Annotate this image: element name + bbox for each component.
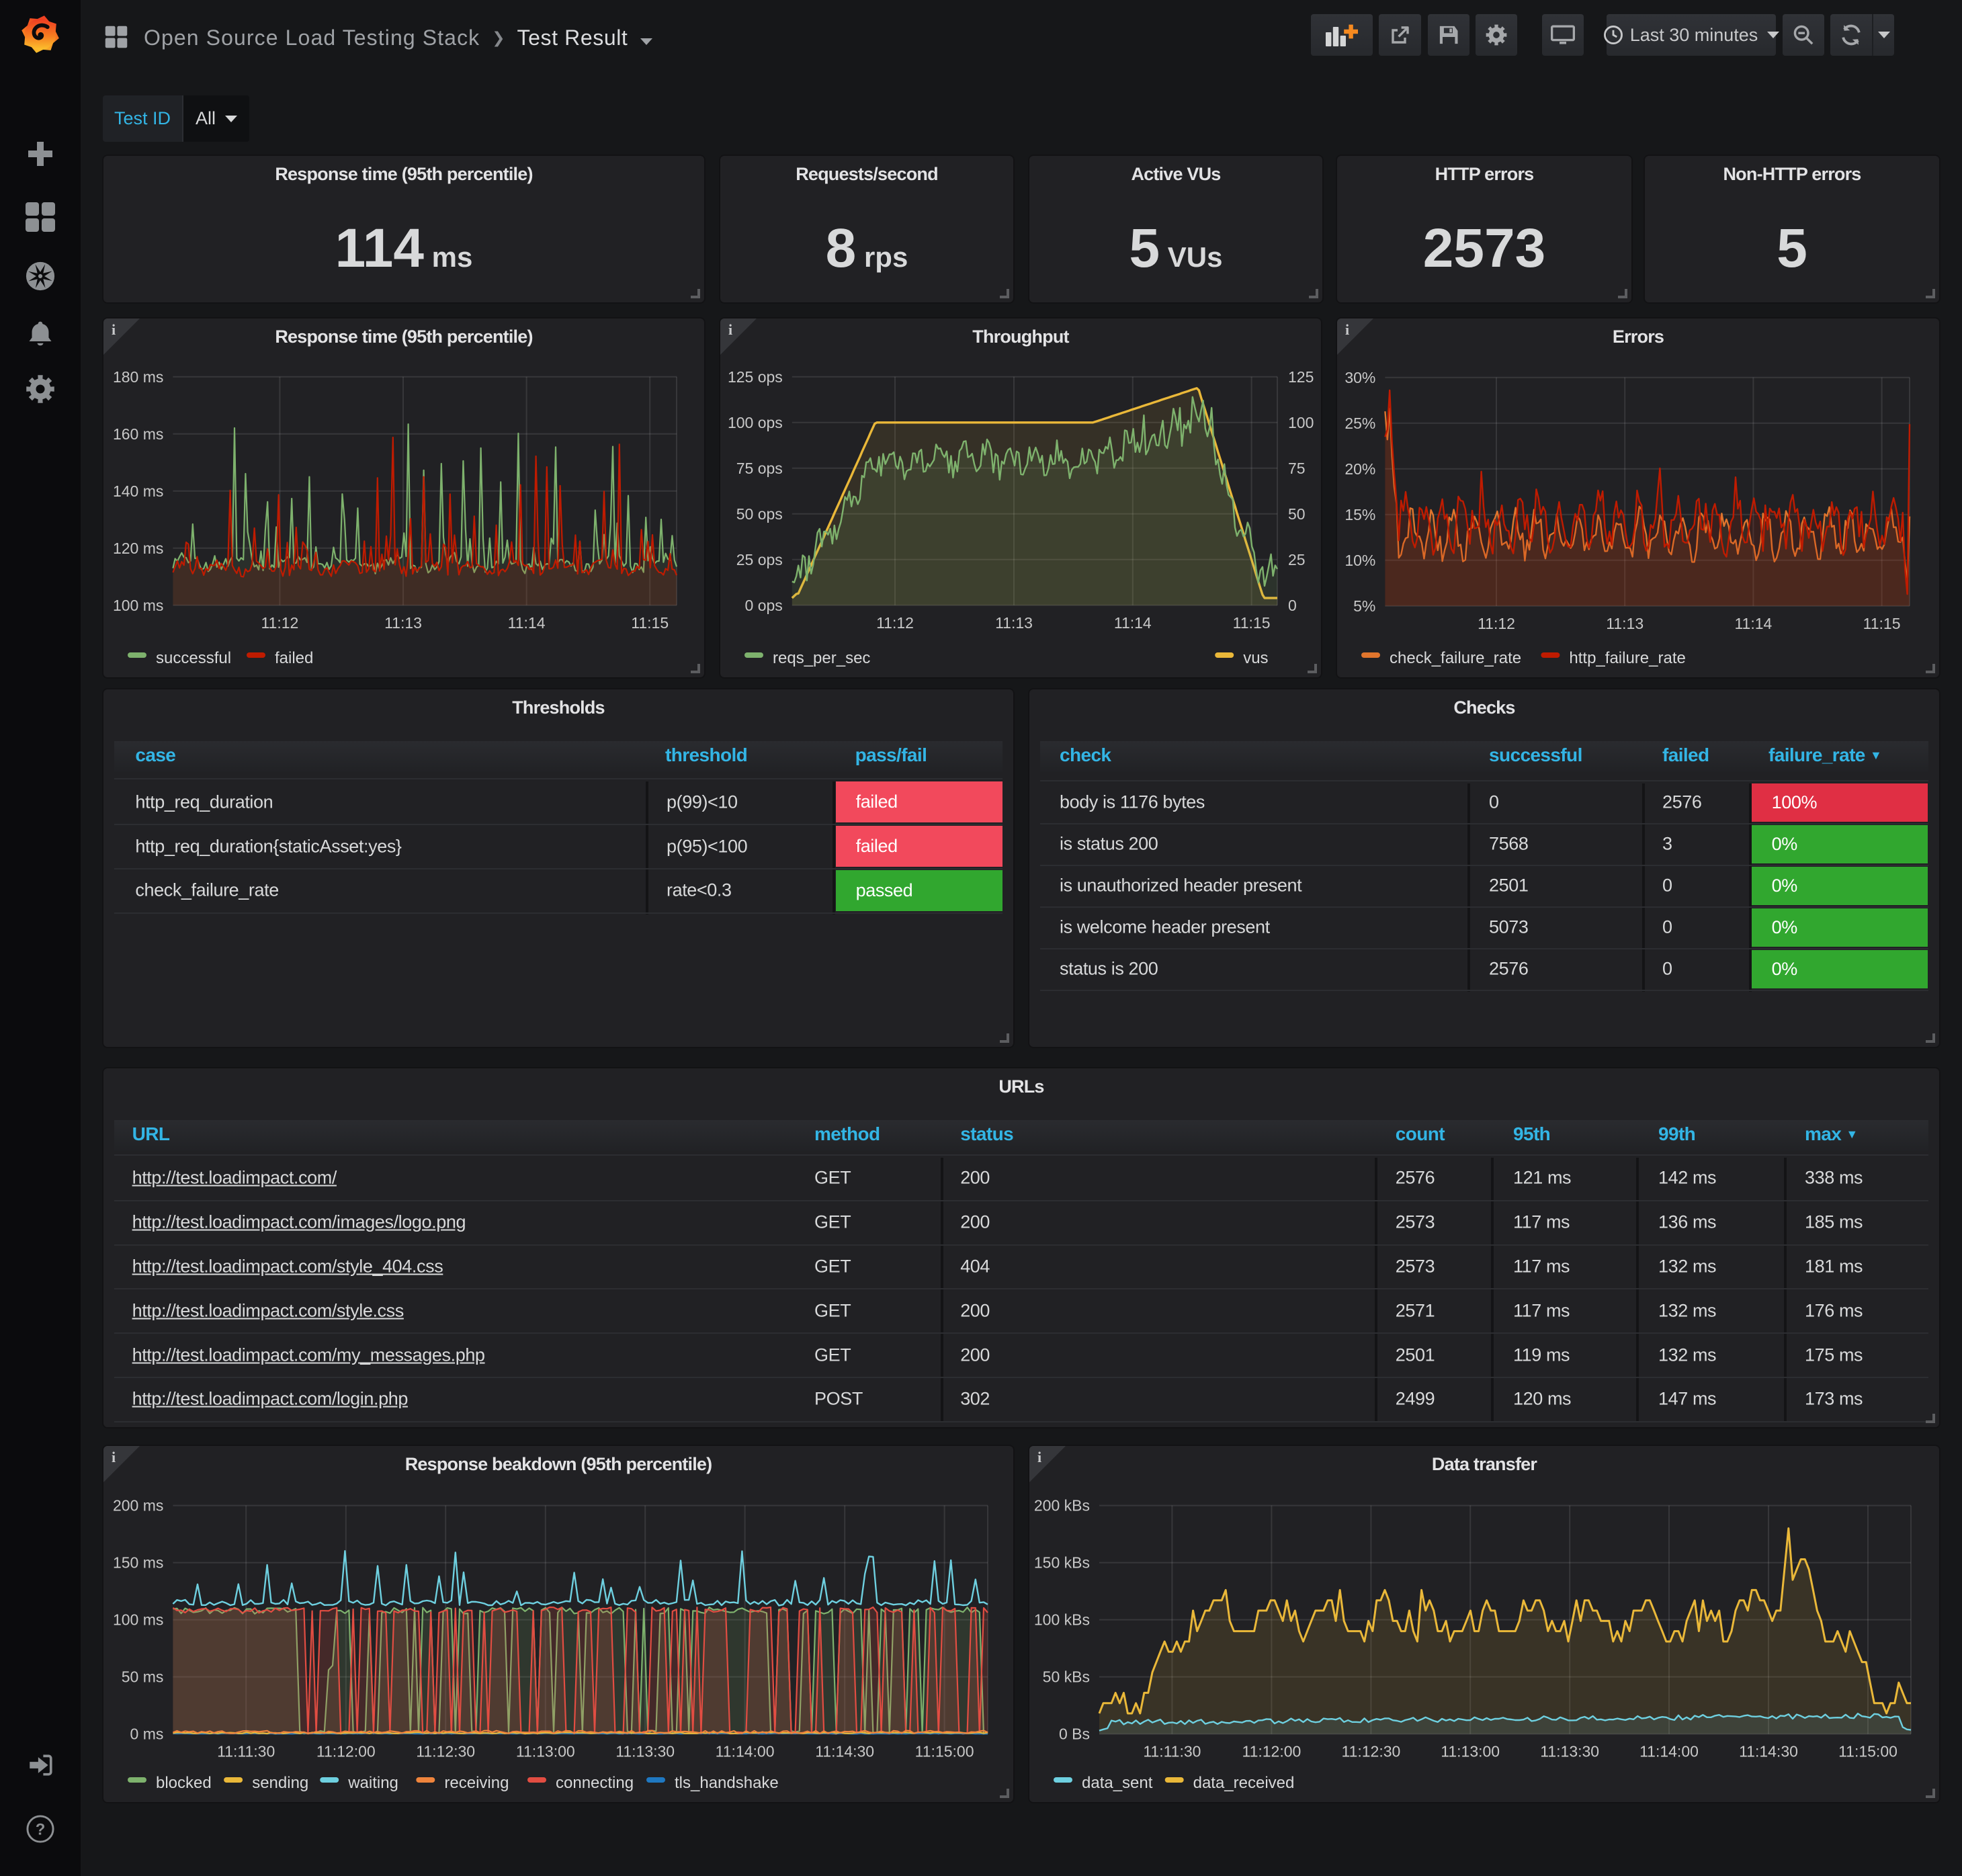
- svg-text:0: 0: [1288, 597, 1297, 614]
- svg-text:150 kBs: 150 kBs: [1034, 1554, 1090, 1572]
- svg-text:0 ms: 0 ms: [130, 1725, 164, 1743]
- svg-text:25 ops: 25 ops: [736, 551, 783, 568]
- svg-text:11:13:30: 11:13:30: [1540, 1743, 1599, 1760]
- svg-text:11:15:00: 11:15:00: [1838, 1743, 1897, 1760]
- svg-text:50 kBs: 50 kBs: [1043, 1668, 1090, 1686]
- svg-text:11:12:30: 11:12:30: [416, 1743, 475, 1760]
- svg-text:reqs_per_sec: reqs_per_sec: [773, 649, 870, 667]
- svg-text:11:13: 11:13: [384, 614, 422, 632]
- svg-text:11:12: 11:12: [1478, 615, 1515, 632]
- svg-text:30%: 30%: [1345, 369, 1375, 386]
- svg-text:100 ms: 100 ms: [113, 597, 163, 614]
- svg-text:11:15: 11:15: [631, 614, 669, 632]
- svg-text:data_sent: data_sent: [1082, 1774, 1153, 1792]
- svg-text:check_failure_rate: check_failure_rate: [1390, 649, 1521, 667]
- svg-text:11:13:00: 11:13:00: [516, 1743, 575, 1760]
- svg-text:125: 125: [1288, 368, 1314, 386]
- svg-text:sending: sending: [252, 1774, 308, 1792]
- svg-text:100 ms: 100 ms: [113, 1611, 163, 1629]
- svg-text:160 ms: 160 ms: [113, 425, 163, 443]
- svg-text:11:12:00: 11:12:00: [316, 1743, 376, 1760]
- svg-text:140 ms: 140 ms: [113, 482, 163, 500]
- svg-text:75: 75: [1288, 460, 1306, 477]
- svg-text:5%: 5%: [1353, 597, 1375, 615]
- svg-text:11:12:00: 11:12:00: [1242, 1743, 1301, 1760]
- svg-text:11:14: 11:14: [508, 614, 546, 632]
- svg-text:11:15: 11:15: [1233, 614, 1271, 632]
- svg-text:11:13: 11:13: [1606, 615, 1644, 632]
- svg-text:11:13:00: 11:13:00: [1441, 1743, 1500, 1760]
- svg-text:?: ?: [36, 1820, 46, 1838]
- svg-text:11:11:30: 11:11:30: [217, 1743, 275, 1760]
- svg-text:11:15:00: 11:15:00: [915, 1743, 974, 1760]
- svg-text:blocked: blocked: [156, 1774, 212, 1792]
- svg-text:11:14:00: 11:14:00: [1639, 1743, 1699, 1760]
- svg-text:50 ms: 50 ms: [122, 1668, 164, 1686]
- svg-text:11:15: 11:15: [1863, 615, 1901, 632]
- svg-text:11:13: 11:13: [995, 614, 1033, 632]
- svg-text:11:13:30: 11:13:30: [615, 1743, 675, 1760]
- svg-text:11:14: 11:14: [1114, 614, 1152, 632]
- svg-text:failed: failed: [275, 649, 313, 667]
- svg-text:0 Bs: 0 Bs: [1059, 1725, 1090, 1743]
- svg-text:50: 50: [1288, 505, 1306, 523]
- svg-text:receiving: receiving: [444, 1774, 509, 1792]
- svg-text:25%: 25%: [1345, 415, 1375, 432]
- svg-text:20%: 20%: [1345, 460, 1375, 478]
- svg-text:200 kBs: 200 kBs: [1034, 1497, 1090, 1515]
- svg-text:100: 100: [1288, 414, 1314, 431]
- svg-text:connecting: connecting: [556, 1774, 634, 1792]
- svg-text:11:14:00: 11:14:00: [716, 1743, 775, 1760]
- svg-text:11:14:30: 11:14:30: [1739, 1743, 1798, 1760]
- svg-text:successful: successful: [156, 649, 231, 667]
- svg-text:10%: 10%: [1345, 552, 1375, 569]
- svg-text:0 ops: 0 ops: [745, 597, 783, 614]
- svg-text:tls_handshake: tls_handshake: [675, 1774, 779, 1792]
- svg-text:11:14: 11:14: [1734, 615, 1772, 632]
- svg-text:100 kBs: 100 kBs: [1034, 1611, 1090, 1629]
- svg-text:11:12: 11:12: [876, 614, 914, 632]
- svg-text:125 ops: 125 ops: [728, 368, 783, 386]
- svg-text:75 ops: 75 ops: [736, 460, 783, 477]
- svg-text:200 ms: 200 ms: [113, 1497, 163, 1515]
- svg-text:vus: vus: [1243, 649, 1268, 667]
- svg-text:180 ms: 180 ms: [113, 368, 163, 386]
- svg-text:150 ms: 150 ms: [113, 1554, 163, 1572]
- svg-text:50 ops: 50 ops: [736, 505, 783, 523]
- svg-text:11:12: 11:12: [261, 614, 298, 632]
- svg-text:120 ms: 120 ms: [113, 540, 163, 557]
- svg-text:11:14:30: 11:14:30: [815, 1743, 874, 1760]
- svg-text:100 ops: 100 ops: [728, 414, 783, 431]
- svg-text:15%: 15%: [1345, 506, 1375, 523]
- svg-text:25: 25: [1288, 551, 1306, 568]
- svg-text:http_failure_rate: http_failure_rate: [1569, 649, 1685, 667]
- svg-text:11:11:30: 11:11:30: [1143, 1743, 1201, 1760]
- svg-text:11:12:30: 11:12:30: [1341, 1743, 1400, 1760]
- svg-text:waiting: waiting: [347, 1774, 398, 1792]
- svg-text:data_received: data_received: [1193, 1774, 1295, 1792]
